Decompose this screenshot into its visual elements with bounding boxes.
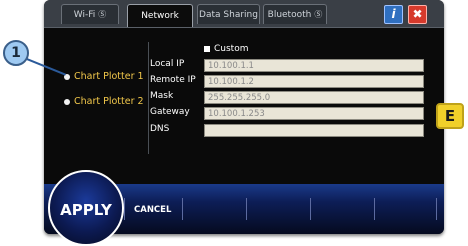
tab-bluetooth-label: Bluetooth (267, 9, 312, 20)
apply-button[interactable]: APPLY (48, 170, 124, 246)
bluetooth-status-icon: Ⓢ (314, 10, 323, 19)
gateway-field[interactable]: 10.100.1.253 (204, 107, 424, 120)
bottom-separator (182, 198, 183, 220)
radio-dot-icon (64, 98, 70, 105)
device-label: Chart Plotter 2 (74, 96, 144, 107)
device-chart-plotter-2[interactable]: Chart Plotter 2 (64, 96, 144, 107)
dns-label: DNS (150, 124, 170, 134)
tab-data-sharing[interactable]: Data Sharing (197, 4, 260, 24)
tab-wifi-label: Wi-Fi (73, 9, 96, 20)
divider (148, 42, 149, 154)
callout-e-badge: E (436, 103, 464, 129)
mask-label: Mask (150, 91, 174, 101)
gateway-label: Gateway (150, 107, 190, 117)
bottom-separator (124, 198, 125, 220)
local-ip-field[interactable]: 10.100.1.1 (204, 59, 424, 72)
mask-field[interactable]: 255.255.255.0 (204, 91, 424, 104)
apply-button-label: APPLY (60, 201, 112, 219)
network-panel: Chart Plotter 1 Chart Plotter 2 Custom L… (44, 28, 444, 184)
bottom-separator (246, 198, 247, 220)
remote-ip-label: Remote IP (150, 75, 196, 85)
device-label: Chart Plotter 1 (74, 71, 144, 82)
device-chart-plotter-1[interactable]: Chart Plotter 1 (64, 71, 144, 82)
bottom-separator (436, 198, 437, 220)
remote-ip-field[interactable]: 10.100.1.2 (204, 75, 424, 88)
tab-wifi[interactable]: Wi-Fi Ⓢ (61, 4, 119, 24)
close-icon[interactable]: ✖ (408, 5, 427, 24)
local-ip-label: Local IP (150, 59, 185, 69)
wifi-status-icon: Ⓢ (98, 10, 107, 19)
bottom-separator (374, 198, 375, 220)
tab-bar: Wi-Fi Ⓢ Network Data Sharing Bluetooth Ⓢ… (44, 0, 444, 28)
help-icon[interactable]: i (384, 5, 403, 24)
custom-label: Custom (214, 44, 249, 54)
bottom-separator (310, 198, 311, 220)
checkbox-icon (204, 45, 210, 52)
tab-network[interactable]: Network (127, 4, 193, 27)
custom-checkbox[interactable]: Custom (204, 44, 248, 54)
cancel-button[interactable]: CANCEL (134, 205, 171, 215)
tab-bluetooth[interactable]: Bluetooth Ⓢ (263, 4, 327, 24)
tab-data-sharing-label: Data Sharing (199, 9, 258, 20)
callout-1-badge: 1 (3, 40, 29, 66)
tab-network-label: Network (141, 11, 179, 21)
dns-field[interactable] (204, 124, 424, 137)
